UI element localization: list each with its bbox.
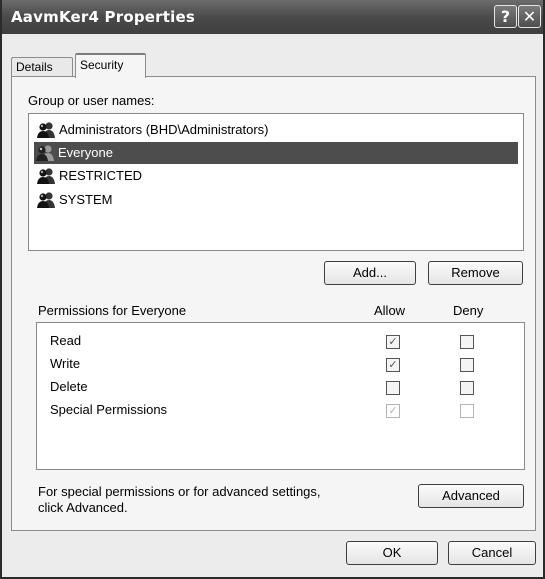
add-button[interactable]: Add... (324, 261, 416, 285)
permission-read: Read (50, 333, 82, 348)
user-name: Administrators (BHD\Administrators) (59, 122, 269, 137)
list-item-restricted[interactable]: RESTRICTED (35, 165, 519, 187)
user-group-icon (36, 145, 54, 161)
user-list[interactable]: Administrators (BHD\Administrators) Ever… (28, 113, 524, 251)
allow-read-checkbox[interactable]: ✓ (386, 335, 400, 349)
deny-read-checkbox[interactable] (460, 335, 474, 349)
checkmark-icon: ✓ (388, 358, 398, 371)
deny-column-header: Deny (453, 303, 484, 318)
list-item-everyone[interactable]: Everyone (34, 142, 518, 164)
deny-write-checkbox[interactable] (460, 358, 474, 372)
close-icon: ✕ (522, 7, 537, 26)
allow-special-checkbox: ✓ (386, 404, 400, 418)
help-button[interactable]: ? (494, 5, 517, 28)
note-line-2: click Advanced. (38, 500, 128, 515)
tab-security[interactable]: Security (75, 53, 146, 78)
ok-button[interactable]: OK (346, 541, 438, 565)
help-icon: ? (500, 7, 511, 26)
user-name: SYSTEM (59, 192, 113, 207)
user-group-icon (37, 122, 55, 138)
allow-write-checkbox[interactable]: ✓ (386, 358, 400, 372)
deny-delete-checkbox[interactable] (460, 381, 474, 395)
list-item-system[interactable]: SYSTEM (35, 189, 519, 211)
advanced-button[interactable]: Advanced (418, 484, 524, 508)
permission-write: Write (50, 356, 81, 371)
permissions-label: Permissions for Everyone (38, 303, 187, 318)
close-button[interactable]: ✕ (518, 5, 541, 28)
list-item-administrators[interactable]: Administrators (BHD\Administrators) (35, 119, 519, 141)
cancel-button[interactable]: Cancel (448, 541, 536, 565)
remove-button[interactable]: Remove (428, 261, 523, 285)
tab-details[interactable]: Details (11, 57, 73, 77)
note-line-1: For special permissions or for advanced … (38, 484, 321, 499)
permissions-list: Read ✓ Write ✓ Delete Special Permission… (36, 322, 525, 470)
properties-dialog: AavmKer4 Properties ? ✕ Details Security… (0, 0, 545, 579)
allow-delete-checkbox[interactable] (386, 381, 400, 395)
user-name: RESTRICTED (59, 168, 143, 183)
user-group-icon (37, 192, 55, 208)
window-title: AavmKer4 Properties (11, 8, 195, 26)
allow-column-header: Allow (374, 303, 406, 318)
advanced-settings-note: For special permissions or for advanced … (38, 484, 358, 516)
checkmark-icon: ✓ (388, 335, 398, 348)
group-or-user-names-label: Group or user names: (28, 93, 155, 108)
permission-special: Special Permissions (50, 402, 168, 417)
checkmark-icon: ✓ (388, 404, 398, 417)
user-name: Everyone (58, 145, 113, 160)
title-bar[interactable]: AavmKer4 Properties ? ✕ (2, 0, 543, 34)
user-group-icon (37, 168, 55, 184)
deny-special-checkbox (460, 404, 474, 418)
permission-delete: Delete (50, 379, 88, 394)
